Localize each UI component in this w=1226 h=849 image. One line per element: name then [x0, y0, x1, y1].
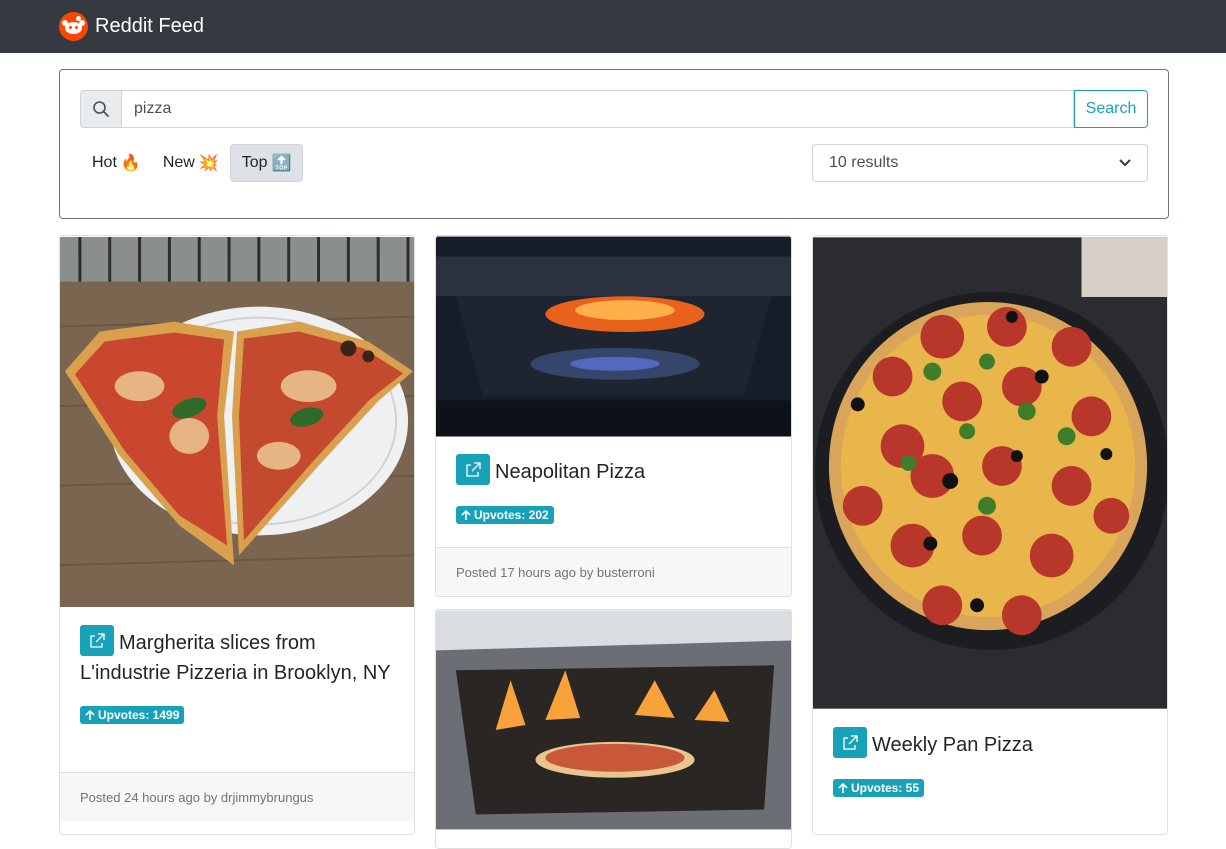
tab-hot-label: Hot	[92, 154, 117, 171]
upvotes-count: Upvotes: 202	[474, 508, 549, 522]
post-image[interactable]	[436, 610, 791, 830]
post-card-body: Margherita slices from L'industrie Pizze…	[60, 608, 414, 726]
brand-title: Reddit Feed	[95, 15, 204, 37]
arrow-up-icon	[85, 709, 95, 720]
upvotes-count: Upvotes: 1499	[98, 708, 180, 722]
post-title-text: Neapolitan Pizza	[495, 460, 646, 483]
post-card-body: Weekly Pan Pizza Upvotes: 55	[813, 710, 1167, 799]
post-title-text: Margherita slices from L'industrie Pizze…	[80, 631, 391, 684]
post-image[interactable]	[436, 236, 791, 437]
search-panel: Search Hot 🔥 New 💥 Top 🔝 10 results	[59, 69, 1169, 219]
results-count-value: 10 results	[829, 154, 899, 171]
post-meta: Posted 24 hours ago by drjimmybrungus	[80, 789, 314, 805]
navbar: Reddit Feed	[0, 0, 1226, 53]
results-count-select[interactable]: 10 results	[812, 144, 1148, 182]
post-card	[435, 609, 792, 849]
reddit-logo-icon	[59, 12, 88, 41]
sort-tabs: Hot 🔥 New 💥 Top 🔝	[81, 144, 304, 182]
navbar-brand[interactable]: Reddit Feed	[59, 12, 204, 41]
post-card-body: Neapolitan Pizza Upvotes: 202	[436, 437, 791, 526]
upvotes-count: Upvotes: 55	[851, 781, 920, 795]
tab-new[interactable]: New 💥	[152, 144, 230, 182]
search-group: Search	[80, 90, 1148, 128]
post-title[interactable]: Margherita slices from L'industrie Pizze…	[80, 625, 394, 688]
post-card: Margherita slices from L'industrie Pizze…	[59, 235, 415, 835]
arrow-up-icon	[838, 782, 848, 793]
post-footer: Posted 24 hours ago by drjimmybrungus	[60, 772, 414, 821]
tab-top-label: Top	[241, 154, 268, 171]
upvotes-badge: Upvotes: 202	[456, 506, 554, 524]
post-title-text: Weekly Pan Pizza	[872, 733, 1033, 756]
upvotes-badge: Upvotes: 1499	[80, 706, 185, 724]
post-footer: Posted 17 hours ago by busterroni	[436, 547, 791, 596]
search-button[interactable]: Search	[1074, 90, 1148, 128]
post-meta: Posted 17 hours ago by busterroni	[456, 564, 655, 580]
tab-hot[interactable]: Hot 🔥	[81, 144, 152, 182]
post-image[interactable]	[60, 236, 414, 608]
post-image[interactable]	[813, 236, 1167, 710]
post-card: Neapolitan Pizza Upvotes: 202 Posted 17 …	[435, 235, 792, 597]
top-arrow-icon: 🔝	[271, 155, 292, 172]
upvotes-badge: Upvotes: 55	[833, 779, 925, 797]
post-title[interactable]: Weekly Pan Pizza	[833, 727, 1147, 761]
search-icon	[80, 90, 122, 128]
post-card: Weekly Pan Pizza Upvotes: 55	[812, 235, 1168, 835]
arrow-up-icon	[461, 509, 471, 520]
collision-icon: 💥	[198, 155, 219, 172]
external-link-icon[interactable]	[80, 625, 114, 656]
post-title[interactable]: Neapolitan Pizza	[456, 454, 771, 488]
external-link-icon[interactable]	[456, 454, 490, 485]
fire-icon: 🔥	[120, 155, 141, 172]
tab-top[interactable]: Top 🔝	[229, 144, 304, 182]
search-input[interactable]	[122, 90, 1074, 128]
chevron-down-icon	[1119, 159, 1131, 167]
tab-new-label: New	[162, 154, 195, 171]
external-link-icon[interactable]	[833, 727, 867, 758]
